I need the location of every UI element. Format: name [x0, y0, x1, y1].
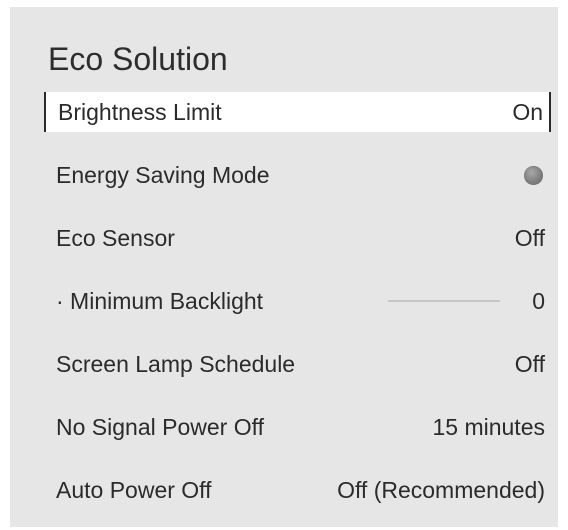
menu-item-label: Eco Sensor — [56, 224, 175, 251]
menu-item-value: 0 — [532, 287, 545, 314]
backlight-slider-group: 0 — [388, 288, 545, 315]
menu-item-minimum-backlight[interactable]: · Minimum Backlight 0 — [44, 281, 551, 321]
menu-item-label: Screen Lamp Schedule — [56, 350, 296, 377]
menu-item-label: · Minimum Backlight — [56, 287, 264, 314]
menu-item-label: Auto Power Off — [56, 476, 212, 503]
menu-item-brightness-limit[interactable]: Brightness Limit On — [44, 92, 551, 132]
menu-item-eco-sensor[interactable]: Eco Sensor Off — [44, 218, 551, 258]
menu-item-screen-lamp-schedule[interactable]: Screen Lamp Schedule Off — [44, 344, 551, 384]
menu-item-value: Off (Recommended) — [337, 476, 545, 503]
menu-item-value: Off — [514, 350, 545, 377]
menu-item-auto-power-off[interactable]: Auto Power Off Off (Recommended) — [44, 470, 551, 510]
menu-item-value: On — [512, 98, 543, 125]
backlight-slider[interactable] — [388, 300, 501, 302]
page-title: Eco Solution — [48, 41, 228, 77]
menu-item-energy-saving-mode[interactable]: Energy Saving Mode — [44, 155, 551, 195]
menu-item-no-signal-power-off[interactable]: No Signal Power Off 15 minutes — [44, 407, 551, 447]
toggle-dot-icon[interactable] — [524, 165, 543, 185]
menu-item-value: 15 minutes — [432, 413, 545, 440]
menu-item-value: Off — [514, 224, 545, 251]
menu-item-label: No Signal Power Off — [56, 413, 264, 440]
eco-solution-panel: Eco Solution Brightness Limit On Energy … — [10, 7, 558, 527]
menu-item-label: Brightness Limit — [58, 98, 222, 125]
menu-item-label: Energy Saving Mode — [56, 161, 270, 188]
